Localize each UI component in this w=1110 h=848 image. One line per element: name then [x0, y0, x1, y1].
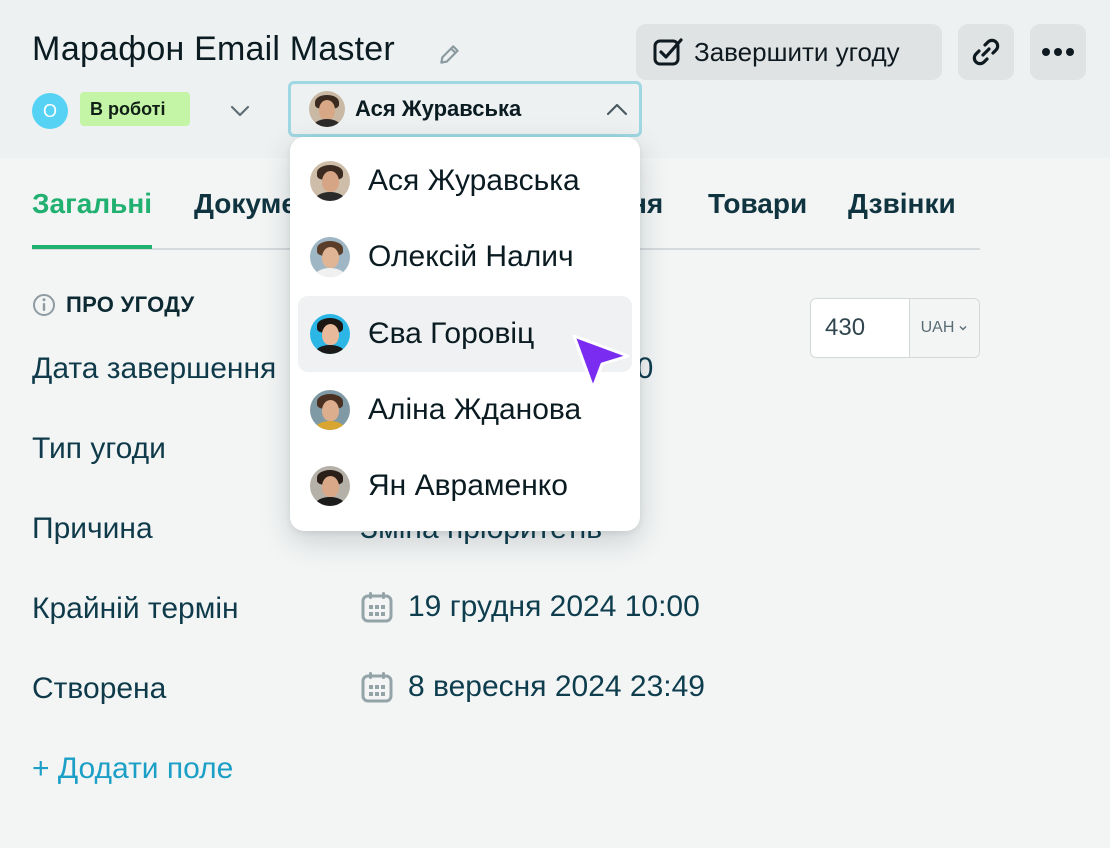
tab-documents[interactable]: Докуме: [194, 188, 297, 220]
active-tab-indicator: [32, 245, 152, 249]
add-field-link[interactable]: + Додати поле: [32, 752, 233, 786]
complete-deal-label: Завершити угоду: [694, 36, 900, 67]
field-label-reason: Причина: [32, 512, 153, 545]
status-badge[interactable]: В роботі: [80, 92, 190, 126]
field-value-deadline[interactable]: 19 грудня 2024 10:00: [360, 590, 700, 624]
deadline-text: 19 грудня 2024 10:00: [408, 590, 700, 623]
more-dots-icon: [1042, 48, 1074, 56]
tab-calls[interactable]: Дзвінки: [848, 188, 956, 220]
avatar: [310, 390, 350, 430]
link-icon: [972, 38, 1000, 66]
chevron-down-icon: [959, 326, 967, 331]
assignee-option-label: Аліна Жданова: [368, 393, 582, 426]
amount-input[interactable]: 430: [811, 299, 909, 357]
tab-products[interactable]: Товари: [708, 188, 807, 220]
avatar: [310, 314, 350, 354]
created-text: 8 вересня 2024 23:49: [408, 670, 705, 703]
assignee-option[interactable]: Ян Авраменко: [298, 448, 632, 524]
info-icon: [33, 294, 55, 316]
assignee-option[interactable]: Олексій Налич: [298, 219, 632, 295]
assignee-select[interactable]: Ася Журавська: [288, 81, 642, 137]
currency-select[interactable]: UAH: [909, 299, 979, 357]
avatar: [309, 91, 345, 127]
field-label-deal-type: Тип угоди: [32, 432, 166, 465]
section-header: ПРО УГОДУ: [32, 292, 194, 318]
more-actions-button[interactable]: [1030, 24, 1086, 80]
assignee-option-label: Ян Авраменко: [368, 469, 568, 502]
assignee-option-label: Олексій Налич: [368, 240, 574, 273]
assignee-option[interactable]: Ася Журавська: [298, 143, 632, 219]
chevron-up-icon: [606, 103, 628, 116]
deal-amount-field[interactable]: 430 UAH: [810, 298, 980, 358]
pencil-icon[interactable]: [437, 41, 463, 67]
section-title: ПРО УГОДУ: [66, 292, 195, 317]
avatar: [310, 161, 350, 201]
copy-link-button[interactable]: [958, 24, 1014, 80]
field-label-close-date: Дата завершення: [32, 352, 277, 385]
avatar: [310, 466, 350, 506]
tab-general[interactable]: Загальні: [32, 188, 152, 220]
field-label-created: Створена: [32, 672, 167, 705]
avatar: [310, 237, 350, 277]
field-label-deadline: Крайній термін: [32, 592, 239, 625]
checkbox-check-icon: [653, 38, 683, 66]
assignee-name: Ася Журавська: [355, 96, 522, 121]
field-value-created: 8 вересня 2024 23:49: [360, 670, 705, 704]
calendar-icon: [361, 672, 393, 703]
chevron-down-icon[interactable]: [226, 97, 254, 125]
assignee-option-label: Єва Горовіц: [368, 317, 535, 350]
complete-deal-button[interactable]: Завершити угоду: [636, 24, 942, 80]
pointer-cursor-icon: [572, 334, 630, 390]
currency-label: UAH: [920, 319, 955, 336]
page-title: Марафон Email Master: [32, 30, 395, 68]
pipeline-stage-indicator[interactable]: О: [32, 93, 68, 129]
calendar-icon: [361, 592, 393, 623]
assignee-option-label: Ася Журавська: [368, 164, 580, 197]
